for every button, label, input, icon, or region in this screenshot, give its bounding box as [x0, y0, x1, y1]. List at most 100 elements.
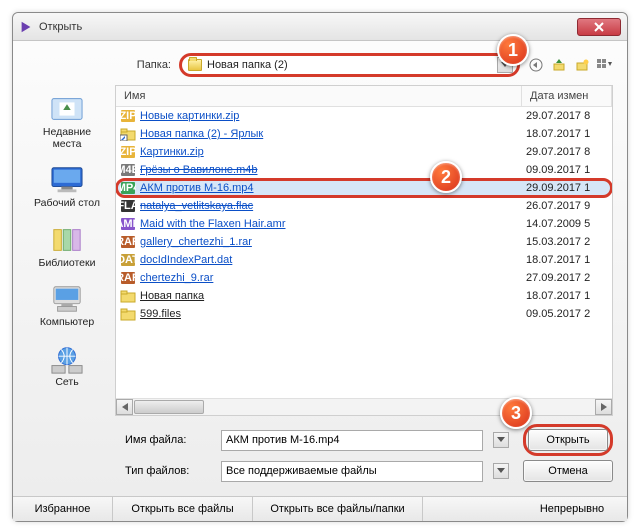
file-icon: RAR [120, 271, 136, 285]
file-row[interactable]: 599.files09.05.2017 2 [116, 305, 612, 323]
file-name: Картинки.zip [140, 146, 526, 158]
main-area: Недавние места Рабочий стол Библиотеки К… [27, 85, 613, 416]
footer-favorites[interactable]: Избранное [13, 497, 113, 521]
folder-combo[interactable]: Новая папка (2) 1 [179, 53, 520, 77]
file-row[interactable]: DATdocIdIndexPart.dat18.07.2017 1 [116, 251, 612, 269]
file-date: 15.03.2017 2 [526, 236, 608, 248]
file-icon [120, 289, 136, 303]
list-header: Имя Дата измен [116, 86, 612, 107]
file-icon [120, 307, 136, 321]
filename-dropdown-icon[interactable] [493, 432, 509, 448]
filename-input[interactable]: АКМ против М-16.mp4 [221, 430, 483, 451]
view-icon[interactable] [597, 57, 613, 73]
file-icon: AMR [120, 217, 136, 231]
file-name: Новая папка (2) - Ярлык [140, 128, 526, 140]
svg-text:RAR: RAR [120, 236, 136, 248]
computer-icon [48, 283, 86, 315]
scroll-thumb[interactable] [134, 400, 204, 414]
desktop-icon [48, 164, 86, 196]
file-name: Maid with the Flaxen Hair.amr [140, 218, 526, 230]
file-date: 27.09.2017 2 [526, 272, 608, 284]
up-icon[interactable] [551, 57, 567, 73]
file-name: gallery_chertezhi_1.rar [140, 236, 526, 248]
file-name: Новые картинки.zip [140, 110, 526, 122]
file-name: Грёзы о Вавилоне.m4b [140, 164, 526, 176]
horizontal-scrollbar[interactable] [116, 398, 612, 415]
window-title: Открыть [39, 21, 577, 33]
column-name[interactable]: Имя [116, 86, 522, 106]
file-icon: FLA [120, 199, 136, 213]
place-desktop[interactable]: Рабочий стол [27, 160, 107, 214]
file-row[interactable]: AMRMaid with the Flaxen Hair.amr14.07.20… [116, 215, 612, 233]
footer-open-all-files[interactable]: Открыть все файлы [113, 497, 253, 521]
titlebar: Открыть [13, 13, 627, 41]
file-row[interactable]: Новая папка (2) - Ярлык18.07.2017 1 [116, 125, 612, 143]
file-rows[interactable]: ZIPНовые картинки.zip29.07.2017 8Новая п… [116, 107, 612, 398]
filename-label: Имя файла: [125, 434, 211, 446]
file-name: АКМ против М-16.mp4 [140, 182, 526, 194]
folder-label: Папка: [115, 59, 171, 71]
footer-open-all-files-folders[interactable]: Открыть все файлы/папки [253, 497, 423, 521]
back-icon[interactable] [528, 57, 544, 73]
svg-text:RAR: RAR [120, 272, 136, 284]
file-row[interactable]: MP4АКМ против М-16.mp429.09.2017 12 [116, 179, 612, 197]
svg-text:MP4: MP4 [120, 182, 136, 194]
open-button[interactable]: Открыть [528, 429, 608, 451]
close-button[interactable] [577, 18, 621, 36]
open-dialog: Открыть Папка: Новая папка (2) 1 [12, 12, 628, 522]
file-icon: ZIP [120, 109, 136, 123]
file-row[interactable]: RAR gallery_chertezhi_1.rar15.03.2017 2 [116, 233, 612, 251]
file-icon: ZIP [120, 145, 136, 159]
footer-bar: Избранное Открыть все файлы Открыть все … [13, 496, 627, 521]
place-network[interactable]: Сеть [27, 339, 107, 393]
libraries-icon [48, 224, 86, 256]
file-name: natalya_vetlitskaya.flac [140, 200, 526, 212]
callout-badge-3: 3 [500, 397, 532, 429]
file-row[interactable]: RAR chertezhi_9.rar27.09.2017 2 [116, 269, 612, 287]
file-row[interactable]: ZIPКартинки.zip29.07.2017 8 [116, 143, 612, 161]
places-bar: Недавние места Рабочий стол Библиотеки К… [27, 85, 107, 416]
file-date: 26.07.2017 9 [526, 200, 608, 212]
svg-text:DAT: DAT [120, 254, 136, 266]
filetype-combo[interactable]: Все поддерживаемые файлы [221, 461, 483, 482]
file-row[interactable]: FLA natalya_vetlitskaya.flac26.07.2017 9 [116, 197, 612, 215]
file-row[interactable]: ZIP Новые картинки.zip29.07.2017 8 [116, 107, 612, 125]
network-icon [48, 343, 86, 375]
bottom-controls: Имя файла: АКМ против М-16.mp4 Открыть 3… [27, 424, 613, 482]
file-date: 18.07.2017 1 [526, 290, 608, 302]
column-date[interactable]: Дата измен [522, 86, 612, 106]
folder-value: Новая папка (2) [207, 59, 492, 71]
file-name: chertezhi_9.rar [140, 272, 526, 284]
file-date: 09.09.2017 1 [526, 164, 608, 176]
file-icon: RAR [120, 235, 136, 249]
recent-icon [48, 93, 86, 125]
file-date: 29.09.2017 1 [526, 182, 608, 194]
file-name: docIdIndexPart.dat [140, 254, 526, 266]
place-recent[interactable]: Недавние места [27, 89, 107, 154]
file-icon: M4B [120, 163, 136, 177]
svg-text:ZIP: ZIP [120, 110, 136, 122]
scroll-left-icon[interactable] [116, 399, 133, 415]
file-row[interactable]: M4B Грёзы о Вавилоне.m4b09.09.2017 1 [116, 161, 612, 179]
scroll-track[interactable] [205, 399, 595, 415]
filetype-dropdown-icon[interactable] [493, 463, 509, 479]
scroll-right-icon[interactable] [595, 399, 612, 415]
close-icon [594, 22, 604, 32]
cancel-button[interactable]: Отмена [523, 460, 613, 482]
dialog-body: Папка: Новая папка (2) 1 Недавние места [13, 41, 627, 490]
place-computer[interactable]: Компьютер [27, 279, 107, 333]
footer-continuous[interactable]: Непрерывно [517, 497, 627, 521]
file-row[interactable]: Новая папка18.07.2017 1 [116, 287, 612, 305]
file-name: 599.files [140, 308, 526, 320]
place-libraries[interactable]: Библиотеки [27, 220, 107, 274]
file-icon: MP4 [120, 181, 136, 195]
app-icon [19, 20, 33, 34]
file-icon: DAT [120, 253, 136, 267]
file-listing: Имя Дата измен ZIPНовые картинки.zip29.0… [115, 85, 613, 416]
svg-text:FLA: FLA [120, 200, 136, 212]
file-date: 29.07.2017 8 [526, 110, 608, 122]
file-date: 09.05.2017 2 [526, 308, 608, 320]
callout-badge-2: 2 [430, 161, 462, 193]
folder-row: Папка: Новая папка (2) 1 [27, 53, 613, 77]
new-folder-icon[interactable] [574, 57, 590, 73]
